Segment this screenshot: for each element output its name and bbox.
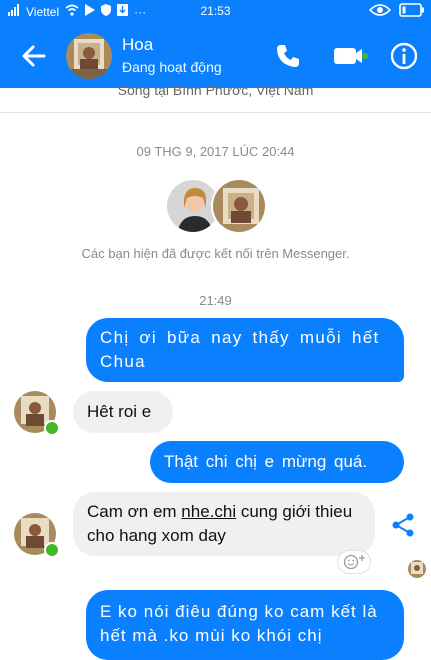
message-incoming[interactable]: Hêt roi e [73, 391, 173, 433]
active-status: Đang hoạt động [122, 59, 222, 75]
contact-name[interactable]: Hoa [122, 35, 153, 55]
profile-location-text: Sống tại Bình Phước, Việt Nam [117, 82, 314, 98]
connected-notice: Các bạn hiện đã được kết nối trên Messen… [81, 246, 350, 261]
message-outgoing[interactable]: Thật chi chị e mừng quá. [150, 441, 404, 483]
message-text: Cam ơn em [87, 502, 182, 521]
battery-icon [399, 3, 425, 20]
contact-avatar-large [211, 178, 267, 234]
back-arrow-icon[interactable] [18, 40, 50, 72]
seen-avatar [408, 560, 426, 578]
message-link[interactable]: nhe.chi [181, 502, 236, 521]
add-reaction-icon[interactable] [337, 550, 371, 574]
eye-icon [368, 3, 392, 20]
phone-icon[interactable] [272, 40, 304, 72]
conversation-header: Hoa Đang hoạt động [0, 24, 431, 88]
online-indicator [44, 542, 60, 558]
connected-avatars [165, 178, 269, 234]
divider [0, 112, 431, 113]
share-icon[interactable] [390, 512, 416, 538]
status-right [368, 3, 425, 20]
online-indicator [44, 420, 60, 436]
video-call-icon[interactable] [332, 40, 370, 72]
message-incoming[interactable]: Cam ơn em nhe.chi cung giới thieu cho ha… [73, 492, 375, 556]
date-separator: 09 THG 9, 2017 LÚC 20:44 [136, 144, 295, 159]
contact-avatar[interactable] [66, 33, 112, 79]
status-bar: Viettel ··· 21:53 [0, 0, 431, 24]
info-icon[interactable] [388, 40, 420, 72]
message-outgoing[interactable]: E ko nói điêu đúng ko cam kết là hết mà … [86, 590, 404, 660]
message-outgoing[interactable]: Chị ơi bữa nay thấy muỗi hết Chua [86, 318, 404, 382]
time-separator: 21:49 [199, 293, 232, 308]
clock: 21:53 [200, 4, 231, 18]
